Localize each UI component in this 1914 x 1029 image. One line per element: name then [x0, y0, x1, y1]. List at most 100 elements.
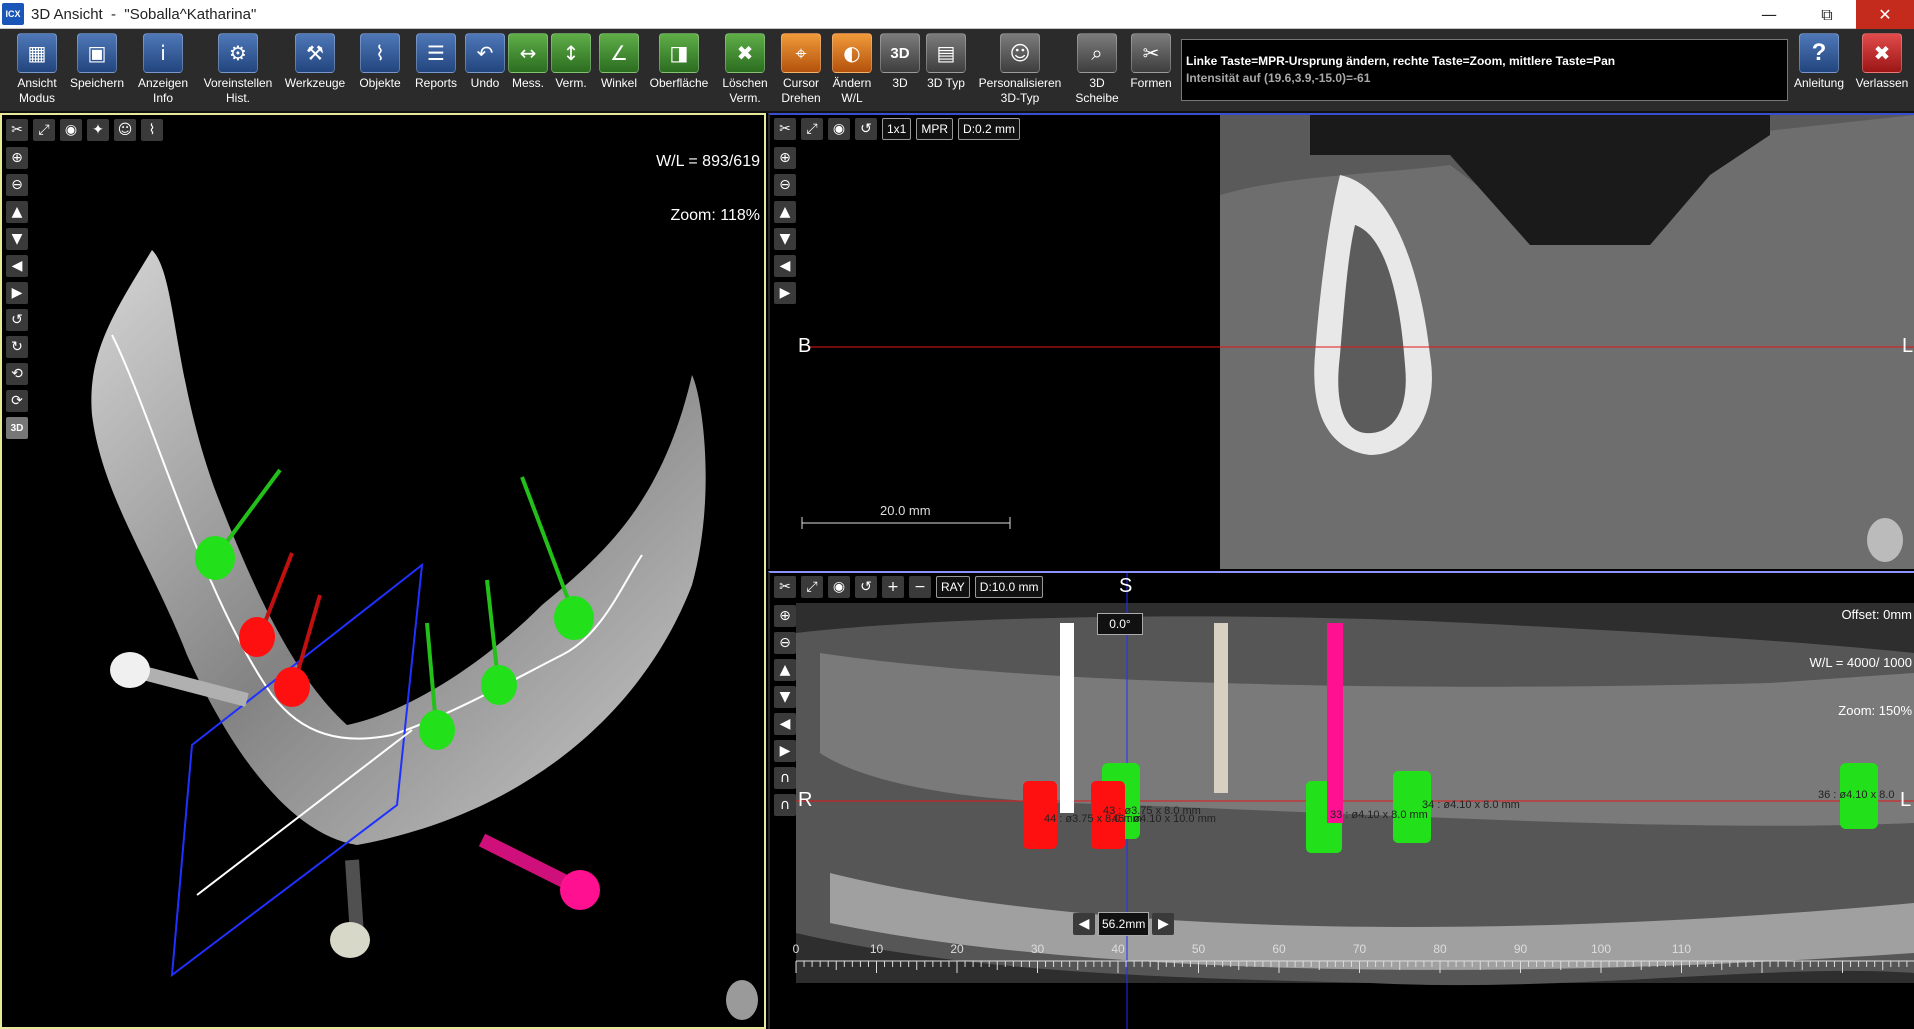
pin-gray-3d[interactable] — [330, 859, 370, 958]
top-right-side-tools: ⊕ ⊖ ▲ ▼ ◀ ▶ — [774, 147, 796, 304]
help-button[interactable]: ? Anleitung — [1791, 33, 1847, 91]
3d-icon: 3D — [880, 33, 920, 73]
zoom-out-icon[interactable]: ⊖ — [774, 632, 796, 654]
left-side-tools: ⊕ ⊖ ▲ ▼ ◀ ▶ ↺ ↻ ⟲ ⟳ 3D — [6, 147, 28, 439]
3d-mode-icon[interactable]: 3D — [6, 417, 28, 439]
arrow-up-icon[interactable]: ▲ — [774, 659, 796, 681]
pin-pink-3d[interactable] — [478, 833, 600, 910]
angle-readout[interactable]: 0.0° — [1097, 613, 1143, 635]
shapes-button[interactable]: ✂ Formen — [1127, 33, 1175, 91]
settings-icon[interactable]: ✦ — [87, 119, 109, 141]
cursor-rotate-button[interactable]: ⌖ Cursor Drehen — [779, 33, 823, 106]
3d-slice-button[interactable]: ⌕ 3D Scheibe — [1074, 33, 1120, 106]
rotate-ccw-icon[interactable]: ⟲ — [6, 363, 28, 385]
fullscreen-icon[interactable]: ⤢ — [33, 119, 55, 141]
mpr-button[interactable]: MPR — [916, 118, 954, 140]
3d-view-panel[interactable]: ✂ ⤢ ◉ ✦ ☺ ⌇ ⊕ ⊖ ▲ ▼ ◀ ▶ ↺ ↻ ⟲ ⟳ 3D W/L =… — [0, 113, 766, 1029]
reset-icon[interactable]: ↺ — [855, 576, 877, 598]
trash-icon: ✖ — [725, 33, 765, 73]
help-label: Anleitung — [1793, 76, 1845, 90]
arrow-left-icon[interactable]: ◀ — [774, 713, 796, 735]
fullscreen-icon[interactable]: ⤢ — [801, 576, 823, 598]
scissors-icon: ✂ — [1131, 33, 1171, 73]
arrow-down-icon[interactable]: ▼ — [774, 228, 796, 250]
head-orientation-icon[interactable] — [1867, 518, 1903, 562]
zoom-in-icon[interactable]: ⊕ — [774, 605, 796, 627]
rotate-cw-icon[interactable]: ⟳ — [6, 390, 28, 412]
3d-type-icon: ▤ — [926, 33, 966, 73]
arrow-down-icon[interactable]: ▼ — [774, 686, 796, 708]
arrow-left-icon[interactable]: ◀ — [774, 255, 796, 277]
measure-button[interactable]: ↔ Mess. — [508, 33, 548, 91]
arrow-right-icon[interactable]: ▶ — [6, 282, 28, 304]
minus-icon[interactable]: − — [909, 576, 931, 598]
zoom-in-icon[interactable]: ⊕ — [774, 147, 796, 169]
fullscreen-icon[interactable]: ⤢ — [801, 118, 823, 140]
cross-section-panel[interactable]: ✂ ⤢ ◉ ↺ 1x1 MPR D:0.2 mm ⊕ ⊖ ▲ ▼ ◀ ▶ B L… — [768, 113, 1914, 569]
view-mode-button[interactable]: ▦ Ansicht Modus — [14, 33, 60, 106]
window-level-button[interactable]: ◐ Ändern W/L — [829, 33, 875, 106]
pin-white[interactable] — [1060, 623, 1074, 813]
dimension-button[interactable]: ↕ Verm. — [550, 33, 592, 91]
maximize-button[interactable]: ⧉ — [1798, 0, 1856, 29]
surface-button[interactable]: ◨ Oberfläche — [646, 33, 712, 91]
arrow-down-icon[interactable]: ▼ — [6, 228, 28, 250]
slab-thickness-button[interactable]: D:10.0 mm — [974, 576, 1044, 598]
tools-icon[interactable]: ✂ — [6, 119, 28, 141]
save-button[interactable]: ▣ Speichern — [70, 33, 124, 91]
undo-button[interactable]: ↶ Undo — [464, 33, 506, 91]
zoom-in-icon[interactable]: ⊕ — [6, 147, 28, 169]
close-button[interactable]: ✕ — [1856, 0, 1914, 29]
angle-button[interactable]: ∠ Winkel — [597, 33, 641, 91]
tools-icon[interactable]: ✂ — [774, 118, 796, 140]
panoramic-panel[interactable]: 0 10 20 30 40 50 60 70 80 90 100 110 ✂ ⤢ ◉ ↺ + − RA… — [768, 571, 1914, 1029]
intensity-readout: Intensität auf (19.6,3.9,-15.0)=-61 — [1186, 71, 1371, 85]
arrow-up-icon[interactable]: ▲ — [774, 201, 796, 223]
implant-icon[interactable]: ⌇ — [141, 119, 163, 141]
exit-button[interactable]: ✖ Verlassen — [1853, 33, 1911, 91]
camera-icon[interactable]: ◉ — [828, 118, 850, 140]
scale-bar-label: 20.0 mm — [880, 503, 931, 518]
layout-1x1-button[interactable]: 1x1 — [882, 118, 912, 140]
objects-icon: ⌇ — [360, 33, 400, 73]
minimize-button[interactable]: — — [1740, 0, 1798, 29]
face-icon[interactable]: ☺ — [114, 119, 136, 141]
arrow-right-icon[interactable]: ▶ — [1152, 913, 1175, 935]
plus-icon[interactable]: + — [882, 576, 904, 598]
arrow-right-icon[interactable]: ▶ — [774, 740, 796, 762]
tools-button[interactable]: ⚒ Werkzeuge — [282, 33, 348, 91]
pin-pink[interactable] — [1327, 623, 1343, 823]
arrow-left-icon[interactable]: ◀ — [1073, 913, 1095, 935]
info-button[interactable]: i Anzeigen Info — [136, 33, 190, 106]
main-toolbar: ▦ Ansicht Modus ▣ Speichern i Anzeigen I… — [0, 29, 1914, 113]
rotate-left-icon[interactable]: ↺ — [6, 309, 28, 331]
3d-type-button[interactable]: ▤ 3D Typ — [923, 33, 969, 91]
pin-beige[interactable] — [1214, 623, 1228, 793]
zoom-out-icon[interactable]: ⊖ — [6, 174, 28, 196]
reports-button[interactable]: ☰ Reports — [411, 33, 461, 91]
personalize-3d-type-button[interactable]: ☺ Personalisieren 3D-Typ — [973, 33, 1067, 106]
3d-button[interactable]: 3D 3D — [880, 33, 920, 91]
histogram-preset-button[interactable]: ⚙ Voreinstellen Hist. — [198, 33, 278, 106]
objects-button[interactable]: ⌇ Objekte — [356, 33, 404, 91]
3d-slice-label: 3D Scheibe — [1075, 76, 1119, 105]
delete-dimensions-button[interactable]: ✖ Löschen Verm. — [720, 33, 770, 106]
rotate-right-icon[interactable]: ↻ — [6, 336, 28, 358]
angle-icon: ∠ — [599, 33, 639, 73]
camera-icon[interactable]: ◉ — [60, 119, 82, 141]
info-label: Anzeigen Info — [137, 76, 189, 105]
tools-icon[interactable]: ✂ — [774, 576, 796, 598]
camera-icon[interactable]: ◉ — [828, 576, 850, 598]
ray-button[interactable]: RAY — [936, 576, 970, 598]
arrow-up-icon[interactable]: ▲ — [6, 201, 28, 223]
arch-lower-icon[interactable]: ∩ — [774, 794, 796, 816]
arrow-left-icon[interactable]: ◀ — [6, 255, 28, 277]
arrow-right-icon[interactable]: ▶ — [774, 282, 796, 304]
title-bar: ICX 3D Ansicht - "Soballa^Katharina" — ⧉… — [0, 0, 1914, 29]
arch-upper-icon[interactable]: ∩ — [774, 767, 796, 789]
zoom-out-icon[interactable]: ⊖ — [774, 174, 796, 196]
reset-icon[interactable]: ↺ — [855, 118, 877, 140]
slice-thickness-button[interactable]: D:0.2 mm — [958, 118, 1021, 140]
orientation-head-icon[interactable] — [726, 980, 758, 1020]
bottom-wl-readout: W/L = 4000/ 1000 — [1809, 655, 1912, 670]
